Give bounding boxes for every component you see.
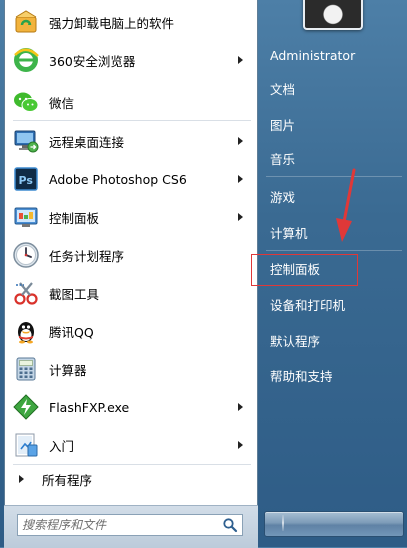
program-label: Adobe Photoshop CS6 xyxy=(49,171,187,187)
program-item-360-browser[interactable]: 360安全浏览器 xyxy=(7,42,255,78)
highlight-box xyxy=(251,254,358,286)
snipping-tool-icon xyxy=(11,278,41,308)
username-link[interactable]: Administrator xyxy=(270,45,390,67)
task-scheduler-icon xyxy=(11,240,41,270)
remote-desktop-icon xyxy=(11,126,41,156)
program-item-task-scheduler[interactable]: 任务计划程序 xyxy=(7,237,255,273)
program-item-flashfxp[interactable]: FlashFXP.exe xyxy=(7,389,255,425)
search-box[interactable] xyxy=(17,514,243,536)
program-label: 入门 xyxy=(49,438,75,454)
submenu-arrow-icon[interactable] xyxy=(238,403,243,411)
red-arrow-icon xyxy=(336,168,356,242)
photoshop-icon: Ps xyxy=(11,164,41,194)
right-item-pictures[interactable]: 图片 xyxy=(270,115,390,137)
uninstaller-icon xyxy=(11,7,41,37)
start-menu: 强力卸载电脑上的软件 360安全浏览器 微信 远程桌面连接 Ps Adobe P… xyxy=(0,0,407,548)
all-programs-label: 所有程序 xyxy=(42,472,93,488)
shutdown-button[interactable] xyxy=(264,511,404,537)
search-area xyxy=(4,505,258,548)
user-avatar[interactable] xyxy=(303,0,363,30)
qq-icon xyxy=(11,316,41,346)
360-browser-icon xyxy=(11,45,41,75)
flashfxp-icon xyxy=(11,392,41,422)
calculator-icon xyxy=(11,354,41,384)
program-label: 腾讯QQ xyxy=(49,324,94,340)
program-item-remote-desktop[interactable]: 远程桌面连接 xyxy=(7,123,255,159)
program-item-uninstaller[interactable]: 强力卸载电脑上的软件 xyxy=(7,4,255,40)
program-label: 微信 xyxy=(49,95,75,111)
program-item-getting-started[interactable]: 入门 xyxy=(7,427,255,463)
program-label: FlashFXP.exe xyxy=(49,399,130,415)
right-item-default-programs[interactable]: 默认程序 xyxy=(270,331,390,353)
search-icon[interactable] xyxy=(222,517,238,533)
wechat-icon xyxy=(11,87,41,117)
program-label: 控制面板 xyxy=(49,210,100,226)
program-item-wechat[interactable]: 微信 xyxy=(7,84,255,120)
right-item-documents[interactable]: 文档 xyxy=(270,79,390,101)
separator xyxy=(266,250,402,251)
submenu-arrow-icon[interactable] xyxy=(238,56,243,64)
search-input[interactable] xyxy=(22,517,212,533)
right-item-help-support[interactable]: 帮助和支持 xyxy=(270,366,390,388)
program-item-photoshop[interactable]: Ps Adobe Photoshop CS6 xyxy=(7,161,255,197)
program-label: 计算器 xyxy=(49,362,87,378)
control-panel-icon xyxy=(11,202,41,232)
submenu-arrow-icon[interactable] xyxy=(238,137,243,145)
program-item-calculator[interactable]: 计算器 xyxy=(7,351,255,387)
all-programs-button[interactable]: 所有程序 xyxy=(7,466,255,492)
program-item-qq[interactable]: 腾讯QQ xyxy=(7,313,255,349)
separator xyxy=(13,120,251,121)
svg-text:Ps: Ps xyxy=(19,174,34,187)
program-item-control-panel[interactable]: 控制面板 xyxy=(7,199,255,235)
submenu-arrow-icon[interactable] xyxy=(238,213,243,221)
right-item-devices-printers[interactable]: 设备和打印机 xyxy=(270,295,390,317)
getting-started-icon xyxy=(11,430,41,460)
program-label: 远程桌面连接 xyxy=(49,134,125,150)
programs-panel: 强力卸载电脑上的软件 360安全浏览器 微信 远程桌面连接 Ps Adobe P… xyxy=(4,0,258,506)
submenu-arrow-icon[interactable] xyxy=(238,175,243,183)
program-label: 截图工具 xyxy=(49,286,100,302)
program-label: 360安全浏览器 xyxy=(49,53,136,69)
expand-arrow-icon xyxy=(19,475,24,483)
program-label: 任务计划程序 xyxy=(49,248,125,264)
submenu-arrow-icon[interactable] xyxy=(238,441,243,449)
program-label: 强力卸载电脑上的软件 xyxy=(49,15,175,31)
shutdown-caption-area[interactable] xyxy=(283,515,401,531)
program-item-snipping-tool[interactable]: 截图工具 xyxy=(7,275,255,311)
separator xyxy=(13,464,251,465)
